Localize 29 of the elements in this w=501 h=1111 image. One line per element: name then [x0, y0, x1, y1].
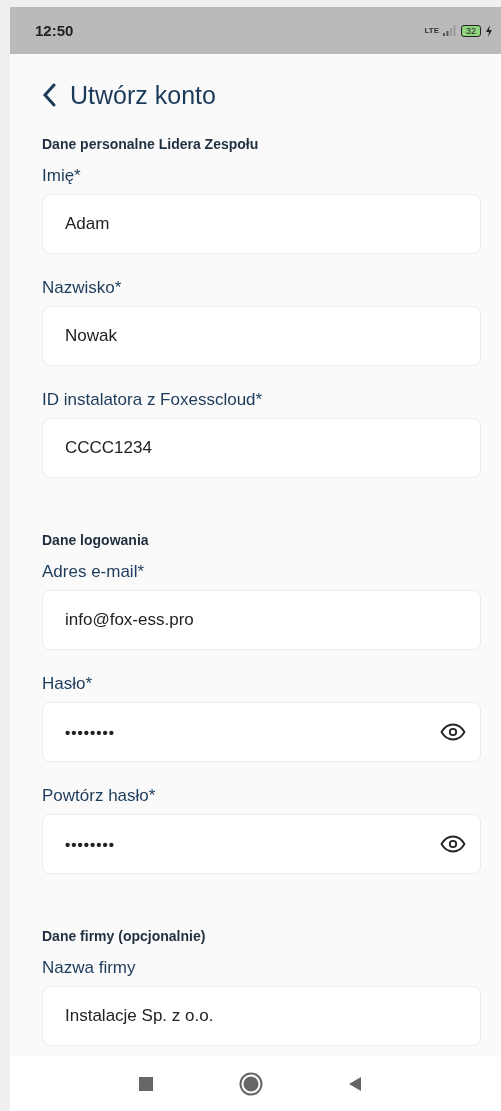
field-label: Powtórz hasło* — [42, 786, 157, 806]
input-field[interactable]: Nowak — [42, 306, 481, 366]
section-title: Dane firmy (opcjonalnie) — [42, 928, 207, 944]
password-field[interactable]: •••••••• — [42, 814, 481, 874]
input-field[interactable]: Instalacje Sp. z o.o. — [42, 986, 481, 1046]
eye-icon[interactable] — [440, 835, 466, 853]
input-field[interactable]: Adam — [42, 194, 481, 254]
eye-icon[interactable] — [440, 723, 466, 741]
field-label: Nazwa firmy — [42, 958, 137, 978]
field-label: ID instalatora z Foxesscloud* — [42, 390, 264, 410]
input-field[interactable]: CCCC1234 — [42, 418, 481, 478]
field-label: Hasło* — [42, 674, 94, 694]
back-button[interactable] — [42, 83, 56, 107]
field-label: Adres e-mail* — [42, 562, 146, 582]
battery-level: 32 — [461, 24, 481, 37]
page-title: Utwórz konto — [70, 80, 216, 110]
field-label: Nazwisko* — [42, 278, 123, 298]
recents-icon[interactable] — [138, 1076, 153, 1091]
section-title: Dane logowania — [42, 532, 150, 548]
input-field[interactable]: info@fox-ess.pro — [42, 590, 481, 650]
home-icon[interactable] — [238, 1071, 263, 1096]
charging-icon — [485, 24, 493, 37]
password-field[interactable]: •••••••• — [42, 702, 481, 762]
status-time: 12:50 — [35, 22, 74, 39]
section-title: Dane personalne Lidera Zespołu — [42, 136, 260, 152]
back-nav-icon[interactable] — [348, 1076, 361, 1091]
field-label: Imię* — [42, 166, 82, 186]
signal-icon — [443, 25, 457, 36]
network-label: LTE — [424, 26, 439, 35]
